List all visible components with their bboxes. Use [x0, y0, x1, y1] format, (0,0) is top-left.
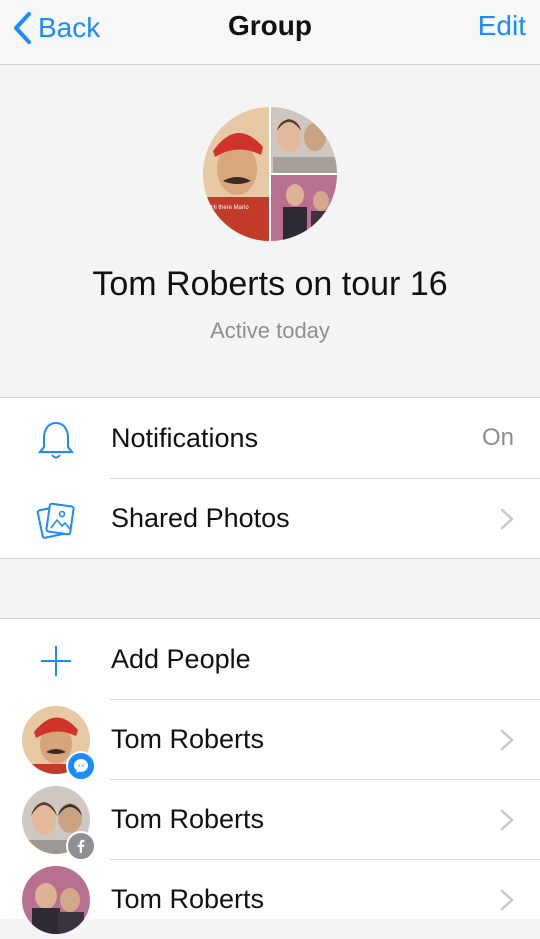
- settings-section: Notifications On Shared Photos: [0, 397, 540, 559]
- bell-icon: [34, 418, 78, 462]
- member-name: Tom Roberts: [111, 723, 265, 754]
- group-avatar[interactable]: Hi there Mario: [203, 107, 337, 241]
- notifications-value: On: [481, 424, 514, 451]
- group-header: Hi there Mario Tom Roberts on tour 16 Ac…: [0, 65, 540, 397]
- chevron-right-icon: [500, 729, 514, 751]
- group-name: Tom Roberts on tour 16: [92, 265, 448, 303]
- page-title: Group: [228, 10, 312, 41]
- photos-icon: [34, 498, 78, 542]
- member-row[interactable]: Tom Roberts: [0, 859, 540, 939]
- add-people-label: Add People: [111, 643, 251, 674]
- member-row[interactable]: Tom Roberts: [0, 699, 540, 781]
- avatar: [22, 866, 90, 934]
- chevron-right-icon: [500, 809, 514, 831]
- navigation-bar: Back Group Edit: [0, 0, 540, 65]
- chevron-right-icon: [500, 889, 514, 911]
- shared-photos-row[interactable]: Shared Photos: [0, 478, 540, 558]
- group-status: Active today: [210, 318, 330, 343]
- notifications-label: Notifications: [111, 422, 259, 453]
- messenger-badge-icon: [66, 751, 96, 781]
- facebook-badge-icon: [66, 831, 96, 861]
- members-section: Add People Tom Roberts Tom Roberts Tom R…: [0, 618, 540, 934]
- plus-icon: [34, 639, 78, 683]
- photo-caption: Hi there Mario: [211, 205, 249, 211]
- member-row[interactable]: Tom Roberts: [0, 779, 540, 861]
- add-people-row[interactable]: Add People: [0, 619, 540, 699]
- shared-photos-label: Shared Photos: [111, 502, 290, 533]
- member-name: Tom Roberts: [111, 803, 265, 834]
- member-name: Tom Roberts: [111, 883, 265, 914]
- notifications-row[interactable]: Notifications On: [0, 398, 540, 478]
- chevron-right-icon: [500, 508, 514, 530]
- edit-button[interactable]: Edit: [478, 10, 526, 42]
